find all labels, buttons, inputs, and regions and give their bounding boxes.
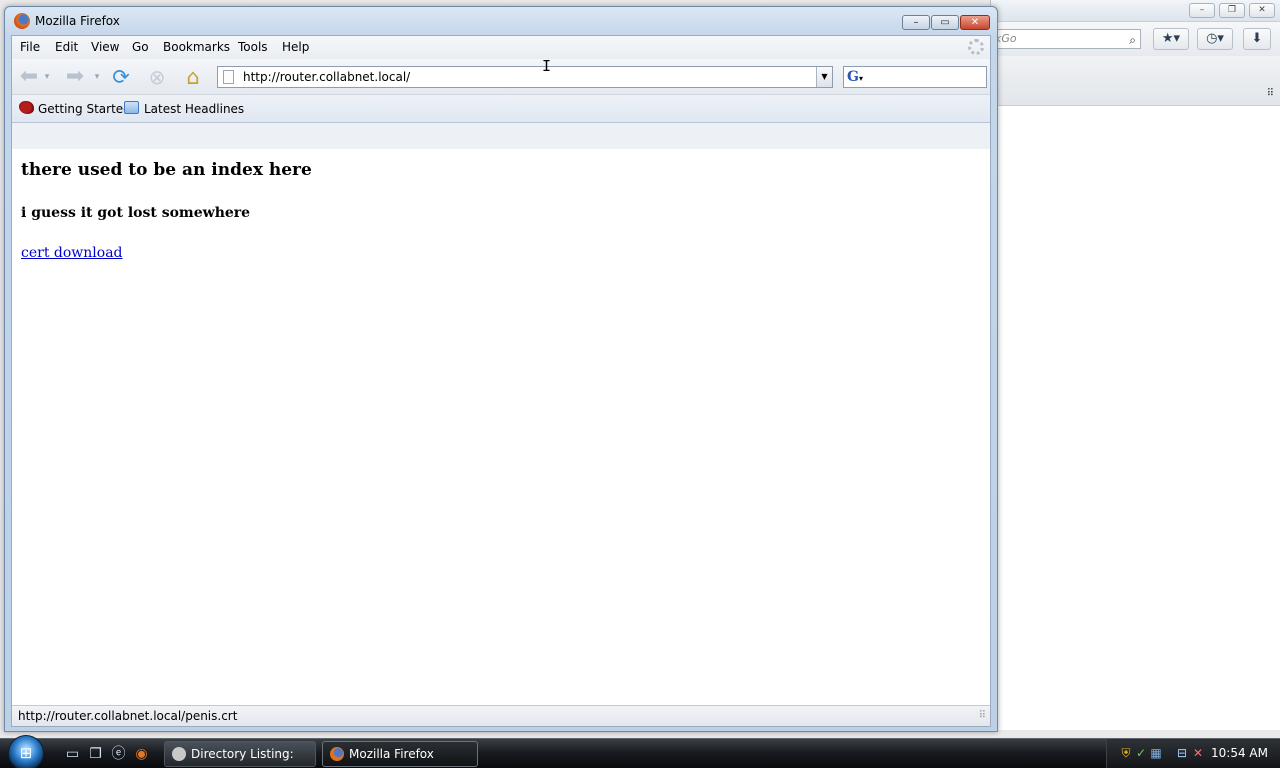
page-icon bbox=[223, 70, 234, 84]
grip-icon[interactable]: ⠿ bbox=[1267, 88, 1274, 99]
browser-frame: File Edit View Go Bookmarks Tools Help ⬅… bbox=[11, 35, 991, 727]
background-close-button[interactable]: ✕ bbox=[1249, 3, 1275, 18]
checkmark-icon[interactable]: ✓ bbox=[1134, 746, 1148, 760]
menu-bookmarks[interactable]: Bookmarks bbox=[163, 40, 230, 54]
forward-arrow-icon[interactable]: ➡ bbox=[62, 64, 88, 90]
address-dropdown-icon[interactable]: ▼ bbox=[816, 67, 832, 87]
menu-bar: File Edit View Go Bookmarks Tools Help bbox=[12, 36, 990, 59]
security-shield-icon[interactable]: ⛨ bbox=[1119, 746, 1133, 760]
reload-icon[interactable]: ⟳ bbox=[108, 64, 134, 90]
page-subheading: i guess it got lost somewhere bbox=[21, 205, 251, 221]
status-bar: http://router.collabnet.local/penis.crt … bbox=[12, 705, 990, 726]
bookmark-star-icon[interactable]: ★▾ bbox=[1153, 28, 1189, 50]
address-bar[interactable]: http://router.collabnet.local/ ▼ bbox=[217, 66, 833, 88]
background-toolbar: kGo ⌕ ★▾ ◷▾ ⬇ bbox=[991, 22, 1280, 56]
page-heading: there used to be an index here bbox=[21, 160, 312, 180]
system-tray: ⛨ ✓ ▦ ⊟ ✕ 10:54 AM bbox=[1106, 739, 1280, 768]
firefox-logo-icon bbox=[14, 13, 30, 29]
status-text: http://router.collabnet.local/penis.crt bbox=[18, 709, 238, 723]
background-subtoolbar: ⠿ bbox=[991, 56, 1280, 106]
taskbar: ⊞ ▭ ❐ ⓔ ◉ Directory Listing: /p... Mozil… bbox=[0, 735, 1280, 768]
firefox-task-icon bbox=[330, 747, 344, 761]
download-arrow-icon[interactable]: ⬇ bbox=[1243, 28, 1271, 50]
background-minimize-button[interactable]: – bbox=[1189, 3, 1215, 18]
bookmarks-toolbar: Getting Started Latest Headlines bbox=[12, 95, 990, 123]
cert-download-link[interactable]: cert download bbox=[21, 245, 123, 261]
bookmark-getting-started[interactable]: Getting Started bbox=[38, 102, 131, 116]
forward-history-dropdown-icon[interactable]: ▾ bbox=[92, 64, 102, 90]
search-icon[interactable]: ⌕ bbox=[1129, 31, 1136, 49]
background-window: – ❐ ✕ kGo ⌕ ★▾ ◷▾ ⬇ ⠿ bbox=[990, 0, 1280, 730]
directory-listing-icon bbox=[172, 747, 186, 761]
background-content bbox=[991, 106, 1280, 730]
search-box[interactable]: G▾ bbox=[843, 66, 987, 88]
firefox-window: Mozilla Firefox – ▭ ✕ File Edit View Go … bbox=[4, 6, 998, 732]
address-text[interactable]: http://router.collabnet.local/ bbox=[243, 70, 410, 84]
taskbar-task-firefox[interactable]: Mozilla Firefox bbox=[322, 741, 478, 767]
rss-folder-icon bbox=[124, 101, 139, 114]
google-search-engine-icon[interactable]: G▾ bbox=[847, 69, 869, 85]
minimize-button[interactable]: – bbox=[902, 15, 930, 30]
task-label: Directory Listing: /p... bbox=[191, 747, 294, 761]
menu-tools[interactable]: Tools bbox=[238, 40, 268, 54]
home-icon[interactable]: ⌂ bbox=[180, 64, 206, 90]
bookmark-latest-headlines[interactable]: Latest Headlines bbox=[144, 102, 244, 116]
page-content: there used to be an index here i guess i… bbox=[12, 149, 990, 717]
menu-edit[interactable]: Edit bbox=[55, 40, 78, 54]
volume-muted-icon[interactable]: ✕ bbox=[1191, 746, 1205, 760]
task-label: Mozilla Firefox bbox=[349, 747, 434, 761]
network-monitor-icon[interactable]: ⊟ bbox=[1175, 746, 1189, 760]
show-desktop-icon[interactable]: ▭ bbox=[64, 746, 81, 762]
menu-file[interactable]: File bbox=[20, 40, 40, 54]
firefox-quicklaunch-icon[interactable]: ◉ bbox=[133, 746, 150, 762]
text-cursor-icon: I bbox=[542, 57, 552, 75]
network-tray-icon[interactable]: ▦ bbox=[1149, 746, 1163, 760]
menu-view[interactable]: View bbox=[91, 40, 119, 54]
window-title: Mozilla Firefox bbox=[35, 14, 120, 28]
menu-help[interactable]: Help bbox=[282, 40, 309, 54]
navigation-toolbar: ⬅ ▾ ➡ ▾ ⟳ ⊗ ⌂ http://router.collabnet.lo… bbox=[12, 59, 990, 95]
window-titlebar[interactable]: Mozilla Firefox – ▭ ✕ bbox=[5, 7, 997, 33]
getting-started-icon bbox=[19, 101, 34, 114]
menu-go[interactable]: Go bbox=[132, 40, 149, 54]
back-arrow-icon[interactable]: ⬅ bbox=[16, 64, 42, 90]
history-clock-icon[interactable]: ◷▾ bbox=[1197, 28, 1233, 50]
internet-explorer-icon[interactable]: ⓔ bbox=[110, 746, 127, 762]
taskbar-task-directory-listing[interactable]: Directory Listing: /p... bbox=[164, 741, 316, 767]
clock[interactable]: 10:54 AM bbox=[1211, 746, 1268, 760]
back-history-dropdown-icon[interactable]: ▾ bbox=[42, 64, 52, 90]
close-button[interactable]: ✕ bbox=[960, 15, 990, 30]
switch-windows-icon[interactable]: ❐ bbox=[87, 746, 104, 762]
background-window-titlebar: – ❐ ✕ bbox=[991, 0, 1280, 22]
background-restore-button[interactable]: ❐ bbox=[1219, 3, 1245, 18]
maximize-button[interactable]: ▭ bbox=[931, 15, 959, 30]
background-search-text: kGo bbox=[995, 32, 1017, 45]
throbber-icon bbox=[968, 39, 984, 55]
background-search-field[interactable]: kGo ⌕ bbox=[991, 29, 1141, 49]
start-button[interactable]: ⊞ bbox=[8, 735, 44, 768]
stop-icon[interactable]: ⊗ bbox=[144, 64, 170, 90]
resize-grip-icon[interactable]: ⠿ bbox=[979, 710, 986, 721]
